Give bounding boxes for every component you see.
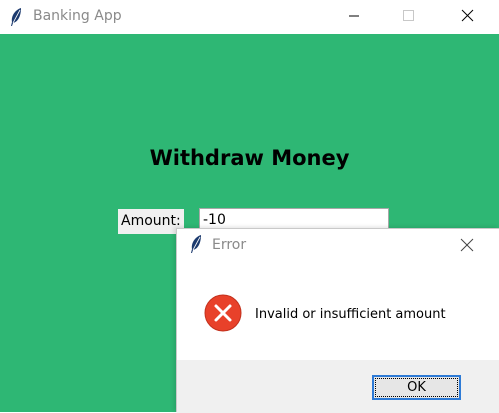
close-icon bbox=[461, 9, 474, 22]
maximize-icon bbox=[403, 10, 414, 21]
heading-text: Withdraw Money bbox=[149, 146, 350, 170]
amount-label: Amount: bbox=[118, 209, 184, 234]
maximize-button[interactable] bbox=[386, 0, 432, 34]
dialog-feather-icon bbox=[189, 234, 203, 259]
minimize-button[interactable] bbox=[331, 0, 377, 34]
close-window-button[interactable] bbox=[444, 0, 490, 34]
feather-icon bbox=[9, 7, 23, 32]
window-titlebar[interactable]: Banking App bbox=[0, 0, 499, 34]
error-message: Invalid or insufficient amount bbox=[255, 307, 446, 322]
error-dialog[interactable]: Error Invalid or insufficient amount OK bbox=[176, 228, 499, 413]
close-icon bbox=[460, 238, 474, 252]
dialog-title: Error bbox=[212, 237, 247, 253]
error-icon bbox=[204, 294, 242, 332]
window-title: Banking App bbox=[33, 8, 122, 24]
dialog-footer: OK bbox=[177, 360, 499, 413]
page-title: Withdraw Money bbox=[0, 146, 499, 170]
minimize-icon bbox=[349, 15, 359, 17]
ok-button[interactable]: OK bbox=[372, 375, 461, 400]
dialog-close-button[interactable] bbox=[459, 237, 475, 253]
